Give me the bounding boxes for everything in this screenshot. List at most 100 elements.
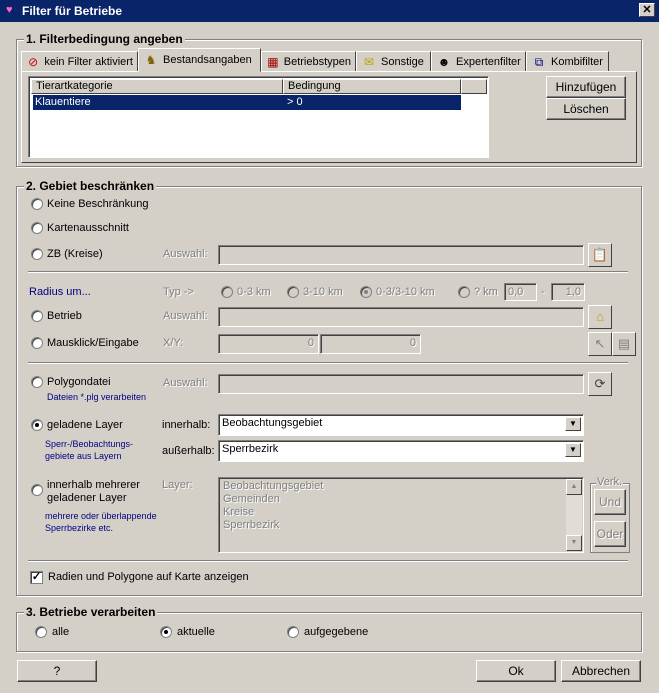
ausserhalb-select[interactable]: Sperrbezirk ▼ (218, 440, 584, 462)
column-header-blank (461, 79, 487, 94)
km-dash: - (541, 286, 545, 298)
label-xy: X/Y: (163, 337, 184, 349)
label-show-checkbox: Radien und Polygone auf Karte anzeigen (48, 571, 249, 583)
tab-sonstige[interactable]: ✉ Sonstige (356, 51, 431, 72)
calendar-icon: ▦ (267, 54, 279, 69)
label-polygon-auswahl: Auswahl: (163, 377, 208, 389)
radio-typ-custom[interactable] (458, 286, 470, 298)
layer-item[interactable]: Sperrbezirk (223, 519, 279, 531)
column-header-bedingung[interactable]: Bedingung (283, 79, 461, 94)
layer-item[interactable]: Beobachtungsgebiet (223, 480, 323, 492)
window-title: Filter für Betriebe (22, 4, 123, 18)
ok-button[interactable]: Ok (476, 660, 556, 682)
radio-typ-combined[interactable] (360, 286, 372, 298)
radio-mehrere[interactable] (31, 484, 43, 496)
cursor-icon[interactable]: ↖ (588, 332, 612, 356)
radio-mausklick[interactable] (31, 337, 43, 349)
help-button[interactable]: ? (17, 660, 97, 682)
label-zb: ZB (Kreise) (47, 248, 103, 260)
title-bar: ♥ Filter für Betriebe ✕ (0, 0, 659, 22)
separator (28, 560, 628, 562)
envelope-icon: ✉ (363, 54, 375, 69)
label-radius: Radius um... (29, 286, 91, 298)
tab-kombifilter[interactable]: ⧉ Kombifilter (526, 51, 609, 72)
label-mehrere: innerhalb mehrerer geladener Layer (47, 479, 140, 504)
area-group-label: 2. Gebiet beschränken (24, 179, 157, 193)
cell-kategorie: Klauentiere (35, 96, 91, 108)
process-group-label: 3. Betriebe verarbeiten (24, 605, 158, 619)
radio-typ-3-10[interactable] (287, 286, 299, 298)
radio-aufgegebene[interactable] (287, 626, 299, 638)
radio-karten[interactable] (31, 222, 43, 234)
keyboard-icon[interactable]: ▤ (612, 332, 636, 356)
y-field[interactable]: 0 (320, 334, 421, 354)
radio-betrieb[interactable] (31, 310, 43, 322)
polygon-auswahl-field[interactable] (218, 374, 584, 394)
app-icon: ♥ (6, 4, 13, 16)
km-to-field[interactable]: 1,0 (551, 283, 585, 301)
tab-expertenfilter[interactable]: ☻ Expertenfilter (431, 51, 526, 72)
label-alle: alle (52, 626, 70, 638)
label-aufgegebene: aufgegebene (304, 626, 369, 638)
zb-select-icon[interactable]: 📋 (588, 243, 612, 267)
add-button[interactable]: Hinzufügen (546, 76, 626, 98)
delete-button[interactable]: Löschen (546, 98, 626, 120)
label-typ-custom: ? km (474, 286, 498, 298)
label-layer: Layer: (162, 479, 193, 491)
oder-button[interactable]: Oder (594, 521, 626, 547)
table-row[interactable]: Klauentiere > 0 (33, 95, 461, 110)
column-header-kategorie[interactable]: Tierartkategorie (31, 79, 283, 94)
label-zb-auswahl: Auswahl: (163, 248, 208, 260)
x-field[interactable]: 0 (218, 334, 319, 354)
label-typ-combined: 0-3/3-10 km (376, 286, 435, 298)
scroll-down-icon[interactable]: ▼ (566, 535, 582, 551)
close-button[interactable]: ✕ (639, 3, 655, 17)
radio-alle[interactable] (35, 626, 47, 638)
radio-polygon[interactable] (31, 376, 43, 388)
layer-item[interactable]: Kreise (223, 506, 254, 518)
layer-item[interactable]: Gemeinden (223, 493, 280, 505)
separator (28, 362, 628, 364)
cancel-button[interactable]: Abbrechen (561, 660, 641, 682)
label-geladene: geladene Layer (47, 419, 123, 431)
ausserhalb-value: Sperrbezirk (222, 443, 279, 455)
label-betrieb-auswahl: Auswahl: (163, 310, 208, 322)
layer-scrollbar[interactable]: ▲ ▼ (566, 479, 582, 551)
folder-icon[interactable]: ⟳ (588, 372, 612, 396)
chevron-down-icon[interactable]: ▼ (565, 417, 581, 431)
filter-group-label: 1. Filterbedingung angeben (24, 32, 185, 46)
tab-betriebstypen[interactable]: ▦ Betriebstypen (261, 51, 356, 72)
label-karten: Kartenausschnitt (47, 222, 129, 234)
tab-bestandsangaben[interactable]: ♞ Bestandsangaben (138, 48, 261, 72)
person-icon: ☻ (437, 54, 451, 69)
mehrere-hint: mehrere oder überlappende Sperrbezirke e… (45, 511, 157, 533)
zb-auswahl-field[interactable] (218, 245, 584, 265)
house-icon[interactable]: ⌂ (588, 305, 612, 329)
label-aktuelle: aktuelle (177, 626, 215, 638)
betrieb-auswahl-field[interactable] (218, 307, 584, 327)
chevron-down-icon[interactable]: ▼ (565, 443, 581, 457)
radio-typ-0-3[interactable] (221, 286, 233, 298)
und-button[interactable]: Und (594, 489, 626, 515)
label-typ-0-3: 0-3 km (237, 286, 271, 298)
radio-geladene[interactable] (31, 419, 43, 431)
condition-table: Tierartkategorie Bedingung Klauentiere >… (28, 76, 489, 158)
show-checkbox[interactable]: ✓ (30, 571, 43, 584)
separator (28, 271, 628, 273)
network-icon: ⧉ (534, 54, 544, 69)
layer-list[interactable]: Beobachtungsgebiet Gemeinden Kreise Sper… (218, 477, 584, 553)
tab-kein-filter[interactable]: ⊘ kein Filter aktiviert (21, 51, 138, 72)
innerhalb-select[interactable]: Beobachtungsgebiet ▼ (218, 414, 584, 436)
scroll-up-icon[interactable]: ▲ (566, 479, 582, 495)
label-typ: Typ -> (163, 286, 194, 298)
label-betrieb: Betrieb (47, 310, 82, 322)
radio-aktuelle[interactable] (160, 626, 172, 638)
radio-keine[interactable] (31, 198, 43, 210)
km-from-field[interactable]: 0,0 (504, 283, 537, 301)
cell-bedingung: > 0 (287, 96, 303, 108)
label-polygon: Polygondatei (47, 376, 111, 388)
radio-zb[interactable] (31, 248, 43, 260)
polygon-hint: Dateien *.plg verarbeiten (47, 392, 147, 402)
label-typ-3-10: 3-10 km (303, 286, 343, 298)
geladene-hint: Sperr-/Beobachtungs- gebiete aus Layern (45, 439, 134, 461)
